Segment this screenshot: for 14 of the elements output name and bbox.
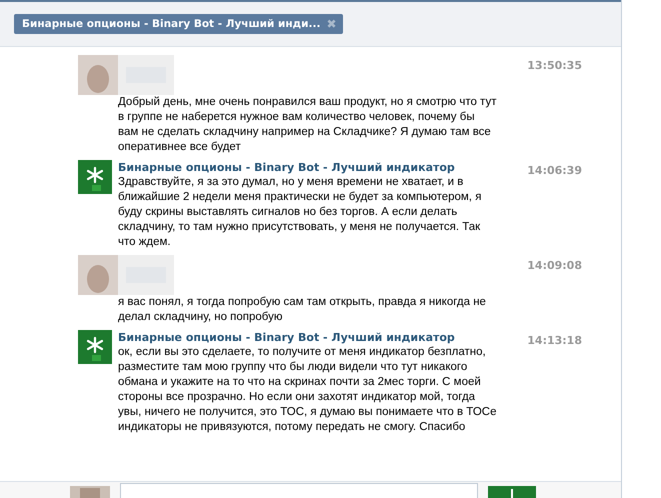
group-logo-icon [78, 330, 112, 364]
author-name[interactable]: Бинарные опционы - Binary Bot - Лучший индикатор [118, 330, 498, 345]
chat-tab[interactable]: Бинарные опционы - Binary Bot - Лучший инди... ✖ [14, 14, 343, 34]
message-time: 14:06:39 [527, 164, 582, 177]
message-time: 13:50:35 [527, 59, 582, 72]
message-text: ок, если вы это сделаете, то получите от меня индикатор безплатно, разместите там мою группу что бы люди видели что тут никакого обмана и укажите на то что на скринах почти за 2мес торги. С моей стороны все прозрачно. Но если они захотят индикатор мой, тогда увы, ничего не получится, это ТОС, я думаю вы понимаете что в ТОСе индикаторы не привязуются, потому передать не смогу. Спасибо [118, 345, 498, 435]
message-text: Добрый день, мне очень понравился ваш продукт, но я смотрю что тут в группе не наберется нужное вам количество человек, почему бы вам не сделать складчину например на Складчике? Я думаю там все оперативнее все будет [118, 95, 498, 155]
message-time: 14:13:18 [527, 334, 582, 347]
message-input[interactable] [120, 483, 478, 498]
author-name[interactable]: Бинарные опционы - Binary Bot - Лучший индикатор [118, 160, 498, 175]
message-time: 14:09:08 [527, 259, 582, 272]
message-text: я вас понял, я тогда попробую сам там открыть, правда я никогда не делал складчину, но попробую [118, 295, 487, 325]
group-logo-icon [78, 160, 112, 194]
message-text: Здравствуйте, я за это думал, но у меня времени не хватает, и в ближайшие 2 недели меня практически не будет за компьютером, я буду скрины выставлять сигналов но без торгов. А если делать складчину, то там нужно присутствовать, у меня не получается. Так что ждем. [118, 175, 482, 250]
